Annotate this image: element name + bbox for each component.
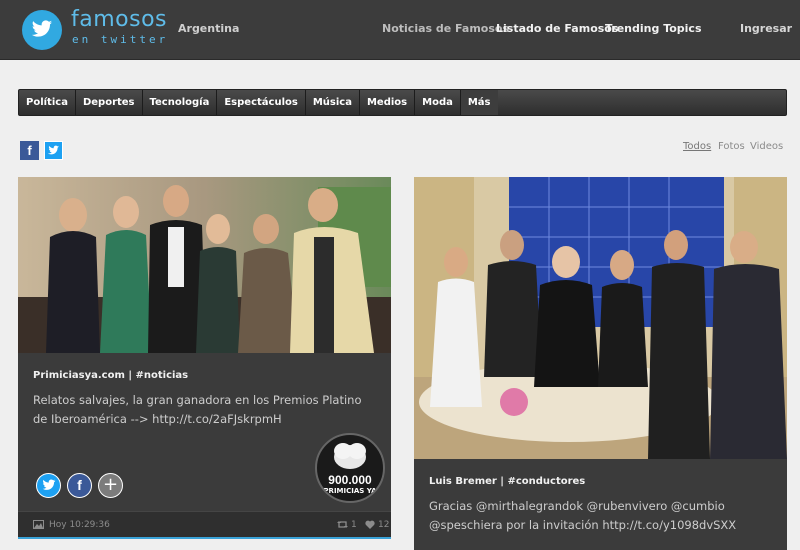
twitter-icon[interactable]: [36, 473, 61, 498]
logo-subtitle: en twitter: [72, 33, 169, 46]
card-text[interactable]: Relatos salvajes, la gran ganadora en lo…: [33, 391, 378, 429]
top-bar: famosos en twitter Argentina Noticias de…: [0, 0, 800, 60]
news-card[interactable]: Primiciasya.com | #noticias Relatos salv…: [18, 177, 391, 537]
retweet-count: 1: [351, 520, 357, 530]
facebook-share-icon[interactable]: f: [20, 141, 39, 160]
photo-icon: [33, 520, 44, 529]
card-source[interactable]: Luis Bremer | #conductores: [429, 476, 585, 487]
twitter-share-icon[interactable]: [44, 141, 63, 160]
category-politica[interactable]: Política: [19, 90, 76, 115]
heart-icon[interactable]: [365, 520, 375, 529]
category-musica[interactable]: Música: [306, 90, 360, 115]
category-mas[interactable]: Más: [460, 90, 498, 115]
badge-source: PRIMICIAS YA: [323, 487, 377, 495]
card-photo[interactable]: [18, 177, 391, 353]
card-timestamp: Hoy 10:29:36: [49, 520, 110, 530]
category-moda[interactable]: Moda: [415, 90, 461, 115]
category-deportes[interactable]: Deportes: [76, 90, 143, 115]
nav-trending-topics[interactable]: Trending Topics: [605, 22, 702, 35]
retweet-icon[interactable]: [337, 520, 348, 529]
card-text[interactable]: Gracias @mirthalegrandok @rubenvivero @c…: [429, 497, 774, 535]
twitter-bird-logo-icon[interactable]: [22, 10, 62, 50]
badge-number: 900.000: [328, 473, 372, 487]
card-footer: Hoy 10:29:36 1 12: [18, 511, 391, 537]
nav-noticias-de-famosos[interactable]: Noticias de Famosos: [382, 22, 509, 35]
favorite-count: 12: [378, 520, 390, 530]
category-menu: Política Deportes Tecnología Espectáculo…: [18, 89, 787, 116]
filter-videos[interactable]: Videos: [750, 141, 783, 152]
more-share-button[interactable]: +: [98, 473, 123, 498]
country-selector[interactable]: Argentina: [178, 22, 239, 35]
news-card[interactable]: Luis Bremer | #conductores Gracias @mirt…: [414, 177, 787, 550]
facebook-icon[interactable]: f: [67, 473, 92, 498]
card-source[interactable]: Primiciasya.com | #noticias: [33, 370, 188, 381]
card-photo[interactable]: [414, 177, 787, 459]
category-espectaculos[interactable]: Espectáculos: [217, 90, 306, 115]
category-tecnologia[interactable]: Tecnología: [143, 90, 218, 115]
login-link[interactable]: Ingresar: [740, 22, 792, 35]
card-accent-line: [18, 537, 391, 539]
logo-title[interactable]: famosos: [71, 7, 167, 32]
filter-todos[interactable]: Todos: [683, 141, 711, 152]
nav-listado-de-famosos[interactable]: Listado de Famosos: [496, 22, 618, 35]
filter-fotos[interactable]: Fotos: [718, 141, 745, 152]
primicias-badge-logo: 900.000 PRIMICIAS YA: [315, 433, 385, 503]
category-medios[interactable]: Medios: [360, 90, 416, 115]
